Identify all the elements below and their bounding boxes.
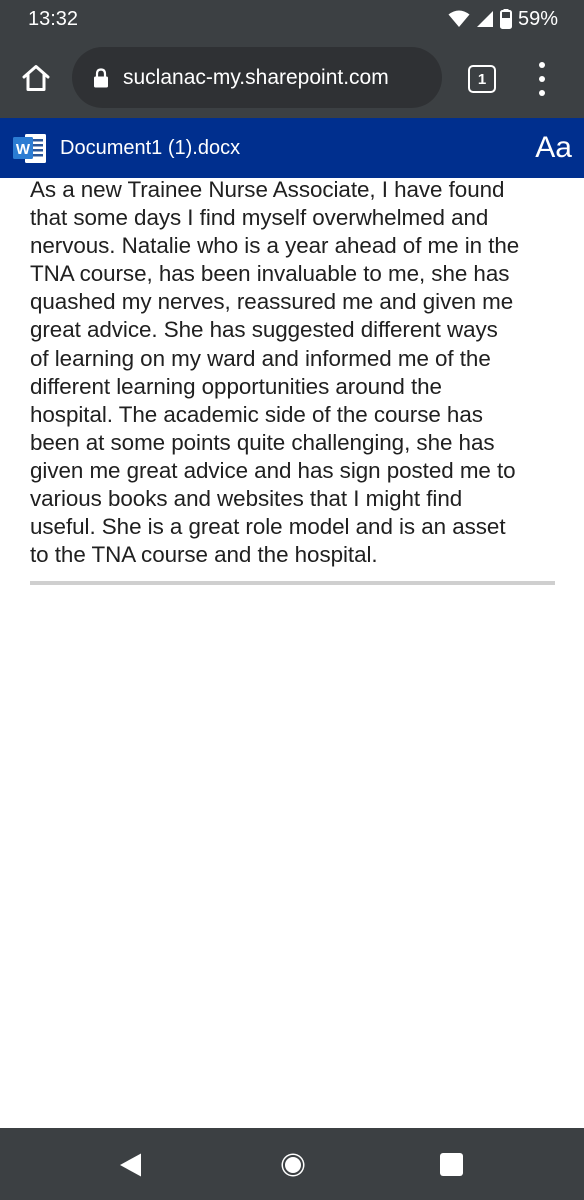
home-button[interactable] [14,56,58,100]
phone-screen: 13:32 59% suclanac-my.sharepoint.com 1 W… [0,0,584,1200]
text-line: As a new Trainee Nurse Associate, I have… [30,177,505,202]
status-icons: 59% [448,6,558,32]
document-divider [30,581,555,585]
menu-dot [539,90,545,96]
text-line: hospital. The academic side of the cours… [30,401,483,427]
lock-icon [92,66,110,90]
word-header: W Document1 (1).docx Aa [0,118,584,178]
recents-icon[interactable] [440,1153,463,1176]
overflow-menu-button[interactable] [530,62,554,96]
font-size-button[interactable]: Aa [535,130,572,166]
menu-dot [539,76,545,82]
text-line: TNA course, has been invaluable to me, s… [30,261,510,287]
cell-signal-icon [476,11,493,27]
text-line: great advice. She has suggested differen… [30,317,498,343]
document-title: Document1 (1).docx [60,137,241,159]
document-body: As a new Trainee Nurse Associate, I have… [30,176,560,569]
text-line: different learning opportunities around … [30,373,442,399]
address-bar[interactable]: suclanac-my.sharepoint.com [72,47,442,108]
tab-switcher-button[interactable]: 1 [468,65,496,93]
text-line: to the TNA course and the hospital. [30,542,378,568]
text-line: that some days I find myself overwhelmed… [30,205,489,231]
wifi-icon [448,10,470,27]
navigation-bar [0,1128,584,1200]
text-line: been at some points quite challenging, s… [30,429,495,455]
text-line: nervous. Natalie who is a year ahead of … [30,233,520,259]
url-text: suclanac-my.sharepoint.com [123,65,389,89]
browser-toolbar: suclanac-my.sharepoint.com 1 [0,38,584,118]
status-bar: 13:32 59% [0,0,584,38]
status-time: 13:32 [28,8,79,30]
text-line: of learning on my ward and informed me o… [30,345,491,371]
text-line: various books and websites that I might … [30,486,463,512]
battery-icon [499,9,512,29]
home-icon [22,65,50,91]
text-line: quashed my nerves, reassured me and give… [30,289,514,315]
word-logo-letter: W [16,141,31,158]
battery-percent: 59% [517,8,558,30]
text-line: given me great advice and has sign poste… [30,457,516,483]
word-logo-icon[interactable]: W [13,133,47,164]
back-icon[interactable] [118,1152,144,1178]
text-line: useful. She is a great role model and is… [30,514,506,540]
menu-dot [539,62,545,68]
home-circle-icon[interactable] [279,1151,307,1179]
